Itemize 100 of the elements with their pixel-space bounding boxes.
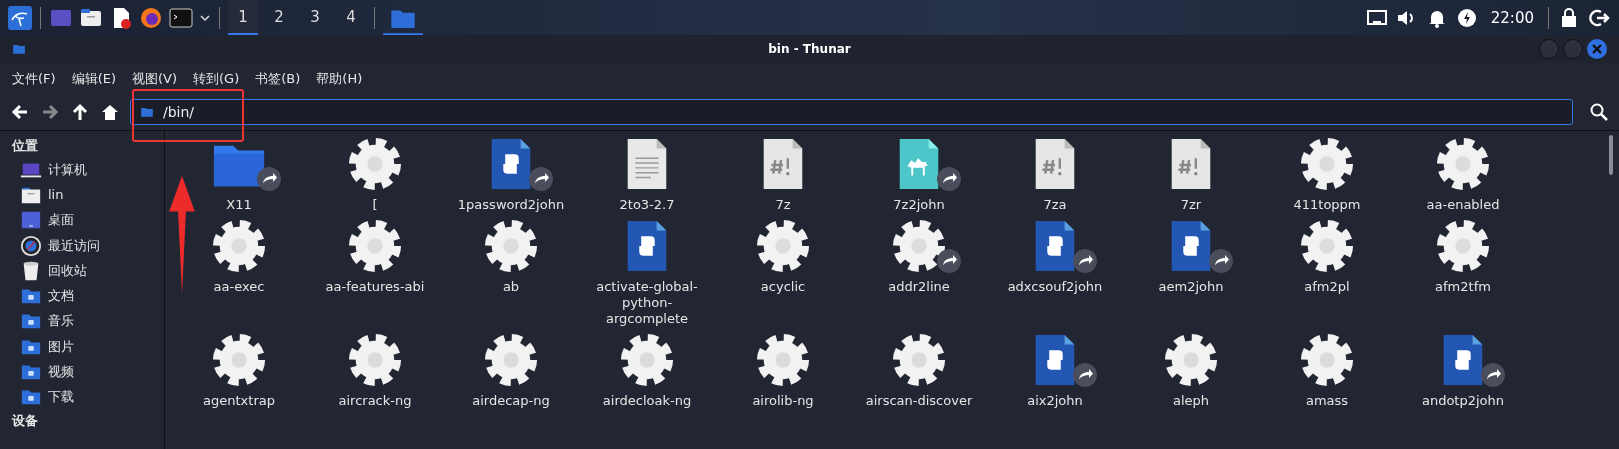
gear-icon xyxy=(756,219,810,273)
home-icon[interactable] xyxy=(100,102,120,122)
up-icon[interactable] xyxy=(70,102,90,122)
gear-icon xyxy=(348,333,402,387)
file-name: airolib-ng xyxy=(752,393,814,409)
dragon-logo-icon[interactable] xyxy=(8,5,32,30)
file-item[interactable]: X11 xyxy=(171,131,307,213)
forward-icon[interactable] xyxy=(40,102,60,122)
back-icon[interactable] xyxy=(10,102,30,122)
file-item[interactable]: aa-exec xyxy=(171,213,307,295)
sidebar-item[interactable]: 下载 xyxy=(12,384,164,410)
sidebar-label: 图片 xyxy=(48,337,74,356)
file-item[interactable]: airdecloak-ng xyxy=(579,327,715,409)
sidebar-item[interactable]: 桌面 xyxy=(12,207,164,233)
scrollbar[interactable] xyxy=(1609,135,1613,175)
file-item[interactable]: aa-enabled xyxy=(1395,131,1531,213)
gear-icon xyxy=(212,219,266,273)
file-name: aleph xyxy=(1172,393,1210,409)
sidebar-item[interactable]: 计算机 xyxy=(12,157,164,183)
clock[interactable]: 22:00 xyxy=(1490,8,1534,27)
file-item[interactable]: airolib-ng xyxy=(715,327,851,409)
sidebar-item[interactable]: 音乐 xyxy=(12,308,164,335)
file-item[interactable]: agentxtrap xyxy=(171,327,307,409)
file-item[interactable]: 7zr xyxy=(1123,131,1259,213)
file-item[interactable]: 1password2john xyxy=(443,131,579,213)
file-name: amass xyxy=(1305,393,1349,409)
file-name: agentxtrap xyxy=(203,393,275,409)
file-item[interactable]: aem2john xyxy=(1123,213,1259,295)
sidebar-item[interactable]: 图片 xyxy=(12,334,164,360)
file-item[interactable]: 7za xyxy=(987,131,1123,213)
sidebar-item[interactable]: lin xyxy=(12,182,164,208)
gear-icon xyxy=(1300,137,1354,191)
gear-icon xyxy=(1300,219,1354,273)
file-item[interactable]: aix2john xyxy=(987,327,1123,409)
file-name: aircrack-ng xyxy=(338,393,412,409)
sidebar-item[interactable]: 最近访问 xyxy=(12,232,164,259)
sidebar-label: 桌面 xyxy=(48,211,74,230)
file-item[interactable]: aleph xyxy=(1123,327,1259,409)
menu-item[interactable]: 文件(F) xyxy=(12,69,56,88)
gear-icon xyxy=(212,333,266,387)
file-name: acyclic xyxy=(760,279,806,295)
file-item[interactable]: afm2pl xyxy=(1259,213,1395,295)
workspace-button[interactable]: 1 xyxy=(228,0,258,35)
file-item[interactable]: 2to3-2.7 xyxy=(579,131,715,213)
sidebar-heading: 位置 xyxy=(12,137,39,155)
location-field[interactable]: /bin/ xyxy=(130,99,1573,125)
gear-icon xyxy=(892,333,946,387)
file-item[interactable]: aa-features-abi xyxy=(307,213,443,295)
workspace-button[interactable]: 3 xyxy=(300,0,330,35)
gear-icon xyxy=(1164,333,1218,387)
file-item[interactable]: airscan-discover xyxy=(851,327,987,409)
file-item[interactable]: ab xyxy=(443,213,579,295)
file-item[interactable]: activate-global-python-argcomplete xyxy=(579,213,715,327)
file-name: X11 xyxy=(226,197,252,213)
terminal-icon[interactable] xyxy=(169,5,193,30)
file-name: 7z xyxy=(775,197,791,213)
file-item[interactable]: 411toppm xyxy=(1259,131,1395,213)
menu-item[interactable]: 书签(B) xyxy=(255,69,301,88)
browser-icon[interactable] xyxy=(139,5,163,30)
gear-icon xyxy=(348,219,402,273)
file-name: activate-global-python-argcomplete xyxy=(595,279,699,327)
gear-icon xyxy=(1436,219,1490,273)
sidebar-label: 音乐 xyxy=(48,312,74,331)
file-item[interactable]: afm2tfm xyxy=(1395,213,1531,295)
file-name: 411toppm xyxy=(1293,197,1361,213)
file-item[interactable]: airdecap-ng xyxy=(443,327,579,409)
sidebar-label: 下载 xyxy=(48,388,74,407)
sidebar-label: lin xyxy=(48,187,64,203)
gear-icon xyxy=(620,333,674,387)
file-item[interactable]: acyclic xyxy=(715,213,851,295)
file-name: aa-features-abi xyxy=(325,279,425,295)
file-item[interactable]: andotp2john xyxy=(1395,327,1531,409)
sidebar-item[interactable]: 回收站 xyxy=(12,258,164,284)
file-name: 7z2john xyxy=(893,197,945,213)
sidebar-item[interactable]: 视频 xyxy=(12,359,164,385)
gear-icon xyxy=(484,333,538,387)
search-icon[interactable] xyxy=(1589,102,1609,122)
file-item[interactable]: 7z xyxy=(715,131,851,213)
file-item[interactable]: [ xyxy=(307,131,443,213)
close-button[interactable] xyxy=(1587,39,1607,59)
folder-icon xyxy=(12,42,26,56)
window-title: bin - Thunar xyxy=(768,42,851,56)
workspace-button[interactable]: 2 xyxy=(264,0,294,35)
file-item[interactable]: amass xyxy=(1259,327,1395,409)
file-item[interactable]: addr2line xyxy=(851,213,987,295)
workspace-button[interactable]: 4 xyxy=(336,0,366,35)
file-name: aa-enabled xyxy=(1426,197,1500,213)
file-item[interactable]: aircrack-ng xyxy=(307,327,443,409)
menu-item[interactable]: 帮助(H) xyxy=(316,69,363,88)
file-item[interactable]: 7z2john xyxy=(851,131,987,213)
file-item[interactable]: adxcsouf2john xyxy=(987,213,1123,295)
sidebar-label: 视频 xyxy=(48,363,74,381)
menu-item[interactable]: 转到(G) xyxy=(193,69,240,88)
file-name: 7zr xyxy=(1180,197,1202,213)
sidebar-item[interactable]: 文档 xyxy=(12,283,164,309)
gear-icon xyxy=(1436,137,1490,191)
sidebar-label: 文档 xyxy=(48,287,74,306)
clock-icon xyxy=(20,234,42,257)
menu-item[interactable]: 视图(V) xyxy=(132,69,178,88)
menu-item[interactable]: 编辑(E) xyxy=(71,69,116,88)
